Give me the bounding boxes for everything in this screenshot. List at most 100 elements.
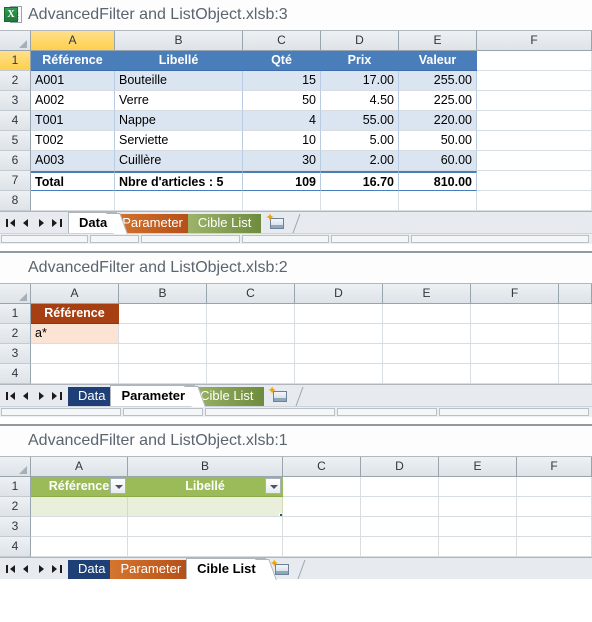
cell-a4[interactable] — [31, 364, 119, 384]
cell-f1[interactable] — [517, 477, 592, 497]
cell-c1[interactable] — [207, 304, 295, 324]
column-header-c[interactable]: C — [207, 284, 295, 304]
cell-b4[interactable] — [119, 364, 207, 384]
cell-b4[interactable] — [128, 537, 283, 557]
row-header-2[interactable]: 2 — [0, 71, 31, 91]
insert-sheet-icon[interactable]: ✦ — [265, 386, 295, 406]
column-header-b[interactable]: B — [128, 457, 283, 477]
cell-e4[interactable]: 220.00 — [399, 111, 477, 131]
cell-d2[interactable] — [295, 324, 383, 344]
cell-a6[interactable]: A003 — [31, 151, 115, 171]
filter-dropdown-icon[interactable] — [265, 478, 281, 494]
insert-sheet-icon[interactable]: ✦ — [262, 213, 292, 233]
cell-a4[interactable] — [31, 537, 128, 557]
cell-f1[interactable] — [477, 51, 592, 71]
cell-c6[interactable]: 30 — [243, 151, 321, 171]
row-header-8[interactable]: 8 — [0, 191, 31, 211]
horizontal-scrollbar-3[interactable] — [0, 233, 592, 244]
cell-f4[interactable] — [477, 111, 592, 131]
first-sheet-icon[interactable] — [4, 560, 19, 577]
cell-b1[interactable] — [119, 304, 207, 324]
cell-b4[interactable]: Nappe — [115, 111, 243, 131]
cell-d4[interactable] — [361, 537, 439, 557]
cell-d2[interactable] — [361, 497, 439, 517]
cell-d6[interactable]: 2.00 — [321, 151, 399, 171]
first-sheet-icon[interactable] — [4, 387, 19, 404]
cell-f3[interactable] — [471, 344, 559, 364]
cell-f6[interactable] — [477, 151, 592, 171]
cell-a3[interactable] — [31, 517, 128, 537]
cell-e1[interactable] — [439, 477, 517, 497]
cell-d1[interactable]: Prix — [321, 51, 399, 71]
column-header-a[interactable]: A — [31, 457, 128, 477]
cell-d3[interactable] — [295, 344, 383, 364]
cell-c2[interactable] — [283, 497, 361, 517]
row-header-4[interactable]: 4 — [0, 111, 31, 131]
cell-b1[interactable]: Libellé — [128, 477, 283, 497]
cell-d2[interactable]: 17.00 — [321, 71, 399, 91]
cell-b8[interactable] — [115, 191, 243, 211]
cell-e3[interactable] — [439, 517, 517, 537]
cell-f3[interactable] — [517, 517, 592, 537]
column-header-d[interactable]: D — [361, 457, 439, 477]
cell-f4[interactable] — [517, 537, 592, 557]
cell-f8[interactable] — [477, 191, 592, 211]
row-header-3[interactable]: 3 — [0, 91, 31, 111]
cell-f5[interactable] — [477, 131, 592, 151]
cell-c1[interactable] — [283, 477, 361, 497]
cell-e4[interactable] — [383, 364, 471, 384]
sheet-tab-data[interactable]: Data — [68, 560, 126, 579]
sheet-tab-data[interactable]: Data — [68, 387, 126, 406]
cell-a8[interactable] — [31, 191, 115, 211]
cell-a2[interactable] — [31, 497, 128, 517]
cell-b3[interactable] — [119, 344, 207, 364]
column-header-d[interactable]: D — [295, 284, 383, 304]
cell-d5[interactable]: 5.00 — [321, 131, 399, 151]
cell-f2[interactable] — [517, 497, 592, 517]
column-header-e[interactable]: E — [383, 284, 471, 304]
cell-c7[interactable]: 109 — [243, 171, 321, 191]
cell-e1[interactable] — [383, 304, 471, 324]
cell-d1[interactable] — [295, 304, 383, 324]
column-header-c[interactable]: C — [283, 457, 361, 477]
row-header-1[interactable]: 1 — [0, 477, 31, 497]
row-header-5[interactable]: 5 — [0, 131, 31, 151]
cell-a1[interactable]: Référence — [31, 477, 128, 497]
cell-c3[interactable] — [207, 344, 295, 364]
cell-c5[interactable]: 10 — [243, 131, 321, 151]
previous-sheet-icon[interactable] — [19, 214, 34, 231]
sheet-tab-cible-list[interactable]: Cible List — [187, 214, 272, 233]
column-header-f[interactable]: F — [471, 284, 559, 304]
cell-c4[interactable]: 4 — [243, 111, 321, 131]
cell-b7[interactable]: Nbre d'articles : 5 — [115, 171, 243, 191]
cell-b2[interactable] — [128, 497, 283, 517]
first-sheet-icon[interactable] — [4, 214, 19, 231]
cell-b3[interactable]: Verre — [115, 91, 243, 111]
cell-e7[interactable]: 810.00 — [399, 171, 477, 191]
cell-b1[interactable]: Libellé — [115, 51, 243, 71]
cell-e5[interactable]: 50.00 — [399, 131, 477, 151]
sheet-tab-parameter[interactable]: Parameter — [110, 385, 206, 407]
cell-f3[interactable] — [477, 91, 592, 111]
cell-g1[interactable] — [559, 304, 592, 324]
sheet-tab-data[interactable]: Data — [68, 212, 129, 234]
cell-d1[interactable] — [361, 477, 439, 497]
column-header-b[interactable]: B — [119, 284, 207, 304]
row-header-3[interactable]: 3 — [0, 517, 31, 537]
cell-c3[interactable] — [283, 517, 361, 537]
cell-a1[interactable]: Référence — [31, 51, 115, 71]
cell-g3[interactable] — [559, 344, 592, 364]
sheet-tab-cible-list[interactable]: Cible List — [186, 558, 277, 580]
last-sheet-icon[interactable] — [49, 387, 64, 404]
column-header-g[interactable] — [559, 284, 592, 304]
cell-a2[interactable]: a* — [31, 324, 119, 344]
cell-e3[interactable]: 225.00 — [399, 91, 477, 111]
cell-c2[interactable] — [207, 324, 295, 344]
cell-c3[interactable]: 50 — [243, 91, 321, 111]
column-header-e[interactable]: E — [439, 457, 517, 477]
cell-b5[interactable]: Serviette — [115, 131, 243, 151]
cell-g2[interactable] — [559, 324, 592, 344]
row-header-2[interactable]: 2 — [0, 324, 31, 344]
cell-e3[interactable] — [383, 344, 471, 364]
cell-f2[interactable] — [471, 324, 559, 344]
